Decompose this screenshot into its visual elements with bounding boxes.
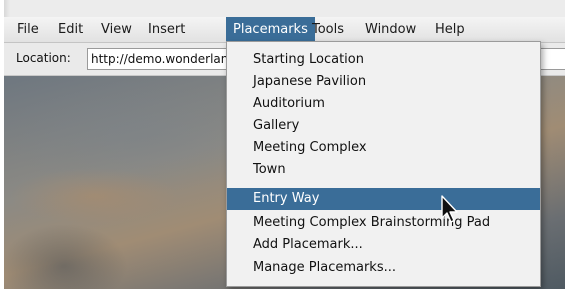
menu-item-manage-placemarks[interactable]: Manage Placemarks... (227, 257, 540, 279)
mouse-pointer-icon (441, 195, 458, 223)
menu-item-town[interactable]: Town (227, 159, 540, 181)
menu-help[interactable]: Help (428, 17, 472, 42)
menu-item-add-placemark[interactable]: Add Placemark... (227, 234, 540, 256)
menu-item-starting-location[interactable]: Starting Location (227, 49, 540, 71)
menu-item-brainstorming-pad[interactable]: Meeting Complex Brainstorming Pad (227, 212, 540, 234)
menu-window[interactable]: Window (358, 17, 423, 42)
menu-item-japanese-pavilion[interactable]: Japanese Pavilion (227, 71, 540, 93)
menu-file[interactable]: File (10, 17, 46, 42)
menu-bar: File Edit View Insert Placemarks Tools W… (4, 17, 565, 43)
menu-item-gallery[interactable]: Gallery (227, 115, 540, 137)
menu-placemarks[interactable]: Placemarks (226, 17, 315, 42)
menu-insert[interactable]: Insert (141, 17, 192, 42)
menu-item-auditorium[interactable]: Auditorium (227, 93, 540, 115)
menu-tools[interactable]: Tools (305, 17, 351, 42)
menu-item-meeting-complex[interactable]: Meeting Complex (227, 137, 540, 159)
location-label: Location: (16, 51, 71, 65)
placemarks-dropdown-menu: Starting Location Japanese Pavilion Audi… (226, 41, 541, 287)
menu-edit[interactable]: Edit (51, 17, 90, 42)
menu-item-entry-way[interactable]: Entry Way (227, 188, 540, 210)
menu-view[interactable]: View (94, 17, 139, 42)
